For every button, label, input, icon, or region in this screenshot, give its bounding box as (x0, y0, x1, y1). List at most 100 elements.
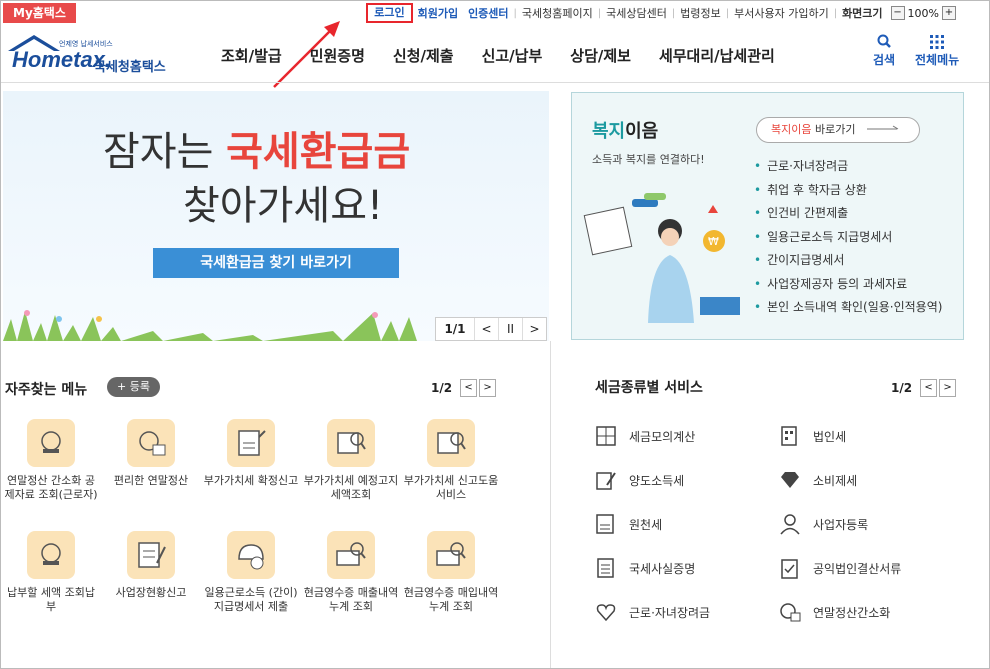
hometax-logo[interactable]: 언제영 납세서비스 Hometax. 국세청홈택스 (4, 31, 194, 75)
main-nav: 조회/발급 민원증명 신청/제출 신고/납부 상담/제보 세무대리/납세관리 (221, 45, 803, 66)
frequent-item-vat-prelim[interactable]: 부가가치세 예정고지 세액조회 (303, 419, 399, 502)
tax-service-prev-button[interactable]: < (920, 379, 938, 397)
cert-center-link[interactable]: 인증센터 (463, 5, 513, 21)
frequent-item-easy-year-end[interactable]: 편리한 연말정산 (103, 419, 199, 488)
banner-headline-highlight: 국세환급금 (226, 129, 411, 175)
zoom-in-button[interactable]: + (942, 6, 956, 20)
clipboard-check-icon (781, 559, 798, 579)
tax-item-tax-certificate[interactable]: 국세사실증명 (595, 557, 695, 579)
frequent-item-tax-payment[interactable]: 납부할 세액 조회납부 (3, 531, 99, 614)
welfare-link-panel: 복지이음 소득과 복지를 연결하다! 복지이음 바로가기 근로·자녀장려금 취업… (571, 92, 964, 340)
receipt-search-icon (327, 531, 375, 579)
welfare-list: 근로·자녀장려금 취업 후 학자금 상환 인건비 간편제출 일용근로소득 지급명… (754, 155, 942, 320)
tax-item-label: 양도소득세 (629, 473, 685, 488)
frequent-prev-button[interactable]: < (460, 379, 478, 397)
frequent-item-label: 연말정산 간소화 공제자료 조회(근로자) (4, 474, 98, 501)
tax-item-label: 세금모의계산 (629, 429, 696, 444)
tax-item-public-corp[interactable]: 공익법인결산서류 (779, 557, 901, 579)
welfare-item[interactable]: 본인 소득내역 확인(일용·인적용역) (754, 296, 942, 320)
screen-size-label: 화면크기 (842, 7, 883, 20)
welfare-item[interactable]: 사업장제공자 등의 과세자료 (754, 273, 942, 297)
search-button[interactable]: 검색 (873, 33, 895, 68)
tax-item-label: 국세사실증명 (629, 561, 696, 576)
tax-item-consumption[interactable]: 소비제세 (779, 469, 857, 491)
utility-bar: My홈택스 로그인 회원가입 인증센터 | 국세청홈페이지 | 국세상담센터 |… (1, 1, 989, 25)
frequent-pager: 1/2 < > (431, 379, 497, 397)
law-info-link[interactable]: 법령정보 (675, 5, 725, 21)
search-icon (877, 34, 891, 48)
arrow-right-icon (866, 125, 899, 130)
banner-prev-button[interactable]: < (474, 318, 498, 340)
banner-headline-text: 잠자는 (103, 129, 227, 175)
vat-document-icon (227, 419, 275, 467)
zoom-level: 100% (907, 6, 939, 20)
tax-item-year-end-simple[interactable]: 연말정산간소화 (779, 601, 890, 623)
welfare-woman-illustration-icon: ₩ (583, 193, 740, 323)
frequent-item-vat-help[interactable]: 부가가치세 신고도움 서비스 (403, 419, 499, 502)
grid-menu-icon (930, 35, 945, 49)
dept-user-signup-link[interactable]: 부서사용자 가입하기 (729, 5, 834, 21)
frequent-item-daily-income[interactable]: 일용근로소득 (간이)지급명세서 제출 (203, 531, 299, 614)
welfare-item[interactable]: 일용근로소득 지급명세서 (754, 226, 942, 250)
welfare-title: 복지이음 (592, 117, 658, 143)
frequent-item-cash-receipt-purchase[interactable]: 현금영수증 매입내역누계 조회 (403, 531, 499, 614)
nav-consult[interactable]: 상담/제보 (570, 45, 631, 66)
login-link[interactable]: 로그인 (366, 3, 413, 23)
refund-search-button[interactable]: 국세환급금 찾기 바로가기 (153, 248, 399, 278)
banner-pause-button[interactable]: II (498, 318, 522, 340)
tax-service-next-button[interactable]: > (939, 379, 957, 397)
document-search-icon (327, 419, 375, 467)
document-search-icon (427, 419, 475, 467)
refund-banner[interactable]: 잠자는 국세환급금 찾아가세요! 국세환급금 찾기 바로가기 1/1 < II … (3, 91, 549, 341)
utility-links: 로그인 회원가입 인증센터 | 국세청홈페이지 | 국세상담센터 | 법령정보 … (366, 3, 959, 23)
welfare-subtitle: 소득과 복지를 연결하다! (592, 153, 705, 166)
site-header: 언제영 납세서비스 Hometax. 국세청홈택스 조회/발급 민원증명 신청/… (1, 25, 989, 83)
nav-certificate[interactable]: 민원증명 (310, 45, 365, 66)
tax-service-pager: 1/2 < > (891, 379, 957, 397)
tax-item-label: 근로·자녀장려금 (629, 605, 711, 620)
banner-next-button[interactable]: > (522, 318, 546, 340)
banner-page-indicator: 1/1 (444, 322, 466, 336)
frequent-next-button[interactable]: > (479, 379, 497, 397)
tax-item-withholding[interactable]: 원천세 (595, 513, 662, 535)
document-pen-icon (596, 472, 616, 490)
nav-apply[interactable]: 신청/제출 (393, 45, 454, 66)
welfare-item[interactable]: 인건비 간편제출 (754, 202, 942, 226)
nav-inquiry[interactable]: 조회/발급 (221, 45, 282, 66)
banner-pager: 1/1 < II > (435, 317, 547, 341)
frequent-item-business-report[interactable]: 사업장현황신고 (103, 531, 199, 600)
nav-report-pay[interactable]: 신고/납부 (482, 45, 543, 66)
register-button[interactable]: + 등록 (107, 377, 160, 397)
calculator-icon (596, 426, 616, 446)
banner-headline: 잠자는 국세환급금 (103, 119, 410, 177)
frequent-item-vat-final[interactable]: 부가가치세 확정신고 (203, 419, 299, 488)
tax-item-mock-calc[interactable]: 세금모의계산 (595, 425, 695, 447)
nav-tax-agent[interactable]: 세무대리/납세관리 (659, 45, 775, 66)
frequent-item-label: 부가가치세 예정고지 세액조회 (303, 474, 399, 501)
frequent-item-label: 납부할 세액 조회납부 (7, 586, 95, 613)
welfare-shortcut-button[interactable]: 복지이음 바로가기 (756, 117, 920, 143)
signup-link[interactable]: 회원가입 (413, 5, 463, 21)
tax-item-label: 법인세 (813, 429, 847, 444)
consult-center-link[interactable]: 국세상담센터 (601, 5, 672, 21)
frequent-item-cash-receipt-sales[interactable]: 현금영수증 매출내역누계 조회 (303, 531, 399, 614)
welfare-button-text: 바로가기 (811, 123, 856, 136)
all-menu-button[interactable]: 전체메뉴 (915, 33, 959, 68)
banner-subheadline: 찾아가세요! (183, 183, 384, 229)
frequent-item-label: 사업장현황신고 (115, 586, 187, 599)
frequent-menu-title: 자주찾는 메뉴 (5, 382, 88, 398)
nts-homepage-link[interactable]: 국세청홈페이지 (517, 5, 598, 21)
welfare-item[interactable]: 근로·자녀장려금 (754, 155, 942, 179)
tax-item-transfer-income[interactable]: 양도소득세 (595, 469, 684, 491)
tax-item-label: 사업자등록 (813, 517, 869, 532)
welfare-item[interactable]: 취업 후 학자금 상환 (754, 179, 942, 203)
welfare-item[interactable]: 간이지급명세서 (754, 249, 942, 273)
tax-item-earned-income-credit[interactable]: 근로·자녀장려금 (595, 601, 710, 623)
welfare-title-highlight: 복지 (592, 121, 626, 142)
person-icon (780, 514, 800, 535)
zoom-out-button[interactable]: − (890, 6, 905, 20)
tax-item-business-registration[interactable]: 사업자등록 (779, 513, 868, 535)
my-hometax-button[interactable]: My홈택스 (3, 3, 76, 23)
frequent-item-year-end-lookup[interactable]: 연말정산 간소화 공제자료 조회(근로자) (3, 419, 99, 502)
tax-item-corporate[interactable]: 법인세 (779, 425, 846, 447)
